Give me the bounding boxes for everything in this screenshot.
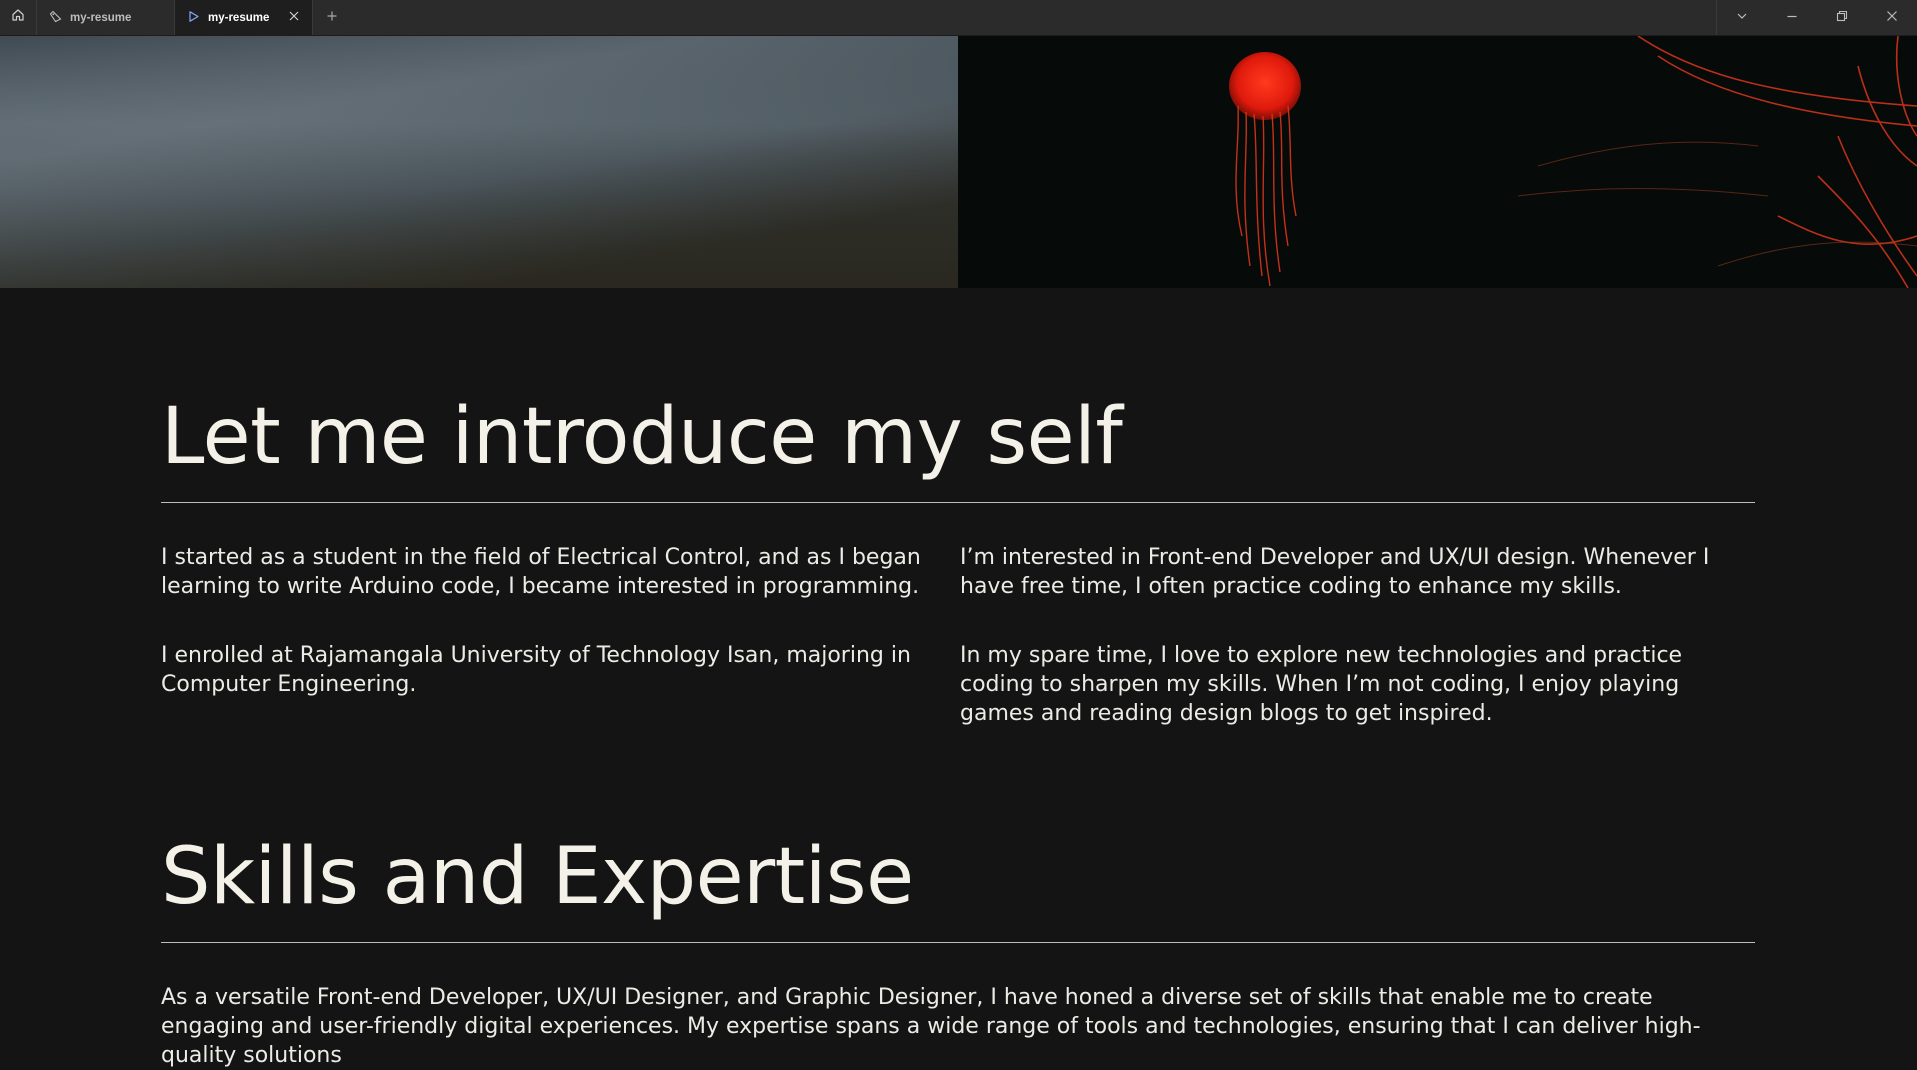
- code-icon: [49, 10, 62, 26]
- chevron-down-icon: [1736, 9, 1748, 27]
- close-icon: [1886, 9, 1898, 27]
- tab-my-resume-active[interactable]: my-resume: [175, 0, 313, 35]
- intro-paragraph: I enrolled at Rajamangala University of …: [161, 643, 911, 697]
- window-controls: [1716, 0, 1917, 35]
- hero-banner: [0, 36, 1917, 288]
- close-icon: [288, 10, 300, 25]
- tab-title: my-resume: [70, 11, 132, 24]
- home-icon: [11, 8, 25, 27]
- minimize-icon: [1786, 9, 1798, 27]
- intro-paragraph: I’m interested in Front-end Developer an…: [960, 545, 1710, 599]
- browser-titlebar: my-resume my-resume: [0, 0, 1917, 36]
- new-tab-button[interactable]: [313, 0, 351, 35]
- intro-heading: Let me introduce my self: [161, 392, 1123, 482]
- play-icon: [187, 10, 200, 26]
- skills-heading: Skills and Expertise: [161, 832, 914, 922]
- restore-button[interactable]: [1817, 0, 1867, 35]
- intro-divider: [161, 502, 1755, 503]
- tab-list-button[interactable]: [1716, 0, 1767, 35]
- plus-icon: [326, 9, 338, 27]
- tab-title: my-resume: [208, 11, 270, 24]
- minimize-button[interactable]: [1767, 0, 1817, 35]
- hero-image-jellyfish: [958, 36, 1917, 288]
- skills-description: As a versatile Front-end Developer, UX/U…: [161, 985, 1701, 1068]
- titlebar-drag-area[interactable]: [351, 0, 1716, 35]
- intro-paragraph: I started as a student in the field of E…: [161, 545, 921, 599]
- skills-divider: [161, 942, 1755, 943]
- close-tab-button[interactable]: [288, 10, 300, 25]
- hero-image-mist: [0, 36, 958, 288]
- tab-my-resume-inactive[interactable]: my-resume: [37, 0, 175, 35]
- restore-icon: [1836, 9, 1848, 27]
- intro-paragraph: In my spare time, I love to explore new …: [960, 643, 1683, 726]
- close-window-button[interactable]: [1867, 0, 1917, 35]
- home-button[interactable]: [0, 0, 37, 35]
